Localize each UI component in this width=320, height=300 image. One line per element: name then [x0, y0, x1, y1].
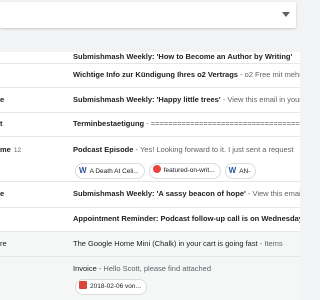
email-sender-name: me [0, 145, 11, 154]
attachment-chip[interactable]: WA Death At Celi... [75, 163, 145, 179]
word-doc-icon: W [228, 166, 237, 175]
email-subject: Submishmash Weekly: 'A sassy beacon of h… [73, 189, 246, 198]
email-sender [0, 52, 68, 63]
file-icon [152, 165, 161, 173]
email-row[interactable]: Appointment Reminder: Podcast follow-up … [0, 208, 300, 232]
email-row[interactable]: me 12 Podcast Episode - Yes! Looking forw… [0, 137, 300, 182]
pdf-icon [79, 281, 87, 289]
search-box[interactable] [0, 2, 296, 28]
email-content: Podcast Episode - Yes! Looking forward t… [73, 137, 300, 163]
email-sender: e [0, 95, 5, 104]
email-snippet: - Yes! Looking forward to it. I just sen… [133, 145, 294, 154]
email-content: Terminbestaetigung - ===================… [73, 113, 300, 135]
email-subject: Wichtige Info zur Kündigung Ihres o2 Ver… [73, 70, 238, 79]
email-subject: Invoice [73, 264, 97, 273]
email-snippet: - Hello Scott, please find attached [96, 264, 211, 273]
email-sender: re [0, 239, 7, 248]
email-subject: Terminbestaetigung [73, 119, 145, 128]
attachment-chips: 2018-02-06 von... [75, 279, 151, 295]
email-content: Submishmash Weekly: 'Happy little trees'… [73, 88, 300, 111]
email-content: Appointment Reminder: Podcast follow-up … [73, 208, 300, 230]
email-sender [0, 257, 68, 300]
search-options-dropdown-icon[interactable] [282, 12, 290, 17]
attachment-name: A Death At Celi... [89, 168, 139, 175]
top-bar [0, 0, 300, 52]
email-row[interactable]: Invoice - Hello Scott, please find attac… [0, 257, 300, 300]
email-subject: Appointment Reminder: Podcast follow-up … [73, 214, 300, 223]
email-snippet: - o2 Free mit mehr [237, 70, 300, 79]
thread-count: 12 [13, 147, 22, 154]
attachment-name: AN- [239, 168, 251, 175]
email-row[interactable]: t Terminbestaetigung - =================… [0, 113, 300, 137]
email-content: Submishmash Weekly: 'How to Become an Au… [73, 52, 300, 62]
email-row[interactable]: re The Google Home Mini (Chalk) in your … [0, 232, 300, 257]
attachment-name: featured-on-writ... [163, 167, 215, 174]
email-sender: e [0, 189, 5, 198]
email-snippet: - Items [257, 239, 283, 248]
email-subject: Podcast Episode [73, 145, 134, 154]
email-snippet: - View this email in your [220, 95, 300, 104]
email-content: Wichtige Info zur Kündigung Ihres o2 Ver… [73, 64, 300, 86]
email-snippet: - ====================================== [144, 119, 300, 128]
email-content: The Google Home Mini (Chalk) in your car… [73, 232, 300, 255]
word-doc-icon: W [79, 166, 87, 175]
email-content: Submishmash Weekly: 'A sassy beacon of h… [73, 182, 300, 206]
email-row[interactable]: e Submishmash Weekly: 'A sassy beacon of… [0, 182, 300, 208]
email-subject: Submishmash Weekly: 'Happy little trees' [73, 95, 221, 104]
email-subject: Submishmash Weekly: 'How to Become an Au… [73, 52, 293, 61]
email-sender: t [0, 119, 3, 128]
email-sender [0, 208, 68, 231]
email-row[interactable]: Wichtige Info zur Kündigung Ihres o2 Ver… [0, 64, 300, 88]
email-snippet: - View this email in your [247, 189, 300, 198]
inbox-list: Submishmash Weekly: 'How to Become an Au… [0, 52, 300, 300]
email-content: Invoice - Hello Scott, please find attac… [73, 257, 300, 281]
email-row[interactable]: Submishmash Weekly: 'How to Become an Au… [0, 52, 300, 64]
attachment-chip[interactable]: 2018-02-06 von... [75, 279, 147, 295]
email-sender: me 12 [0, 137, 68, 181]
attachment-chip[interactable]: W AN- [224, 163, 257, 179]
email-sender [0, 64, 68, 87]
email-row[interactable]: e Submishmash Weekly: 'Happy little tree… [0, 88, 300, 113]
attachment-name: 2018-02-06 von... [90, 283, 141, 290]
attachment-chips: WA Death At Celi... featured-on-writ... W A… [75, 163, 260, 179]
attachment-chip[interactable]: featured-on-writ... [148, 163, 221, 179]
email-subject: The Google Home Mini (Chalk) in your car… [73, 239, 258, 248]
